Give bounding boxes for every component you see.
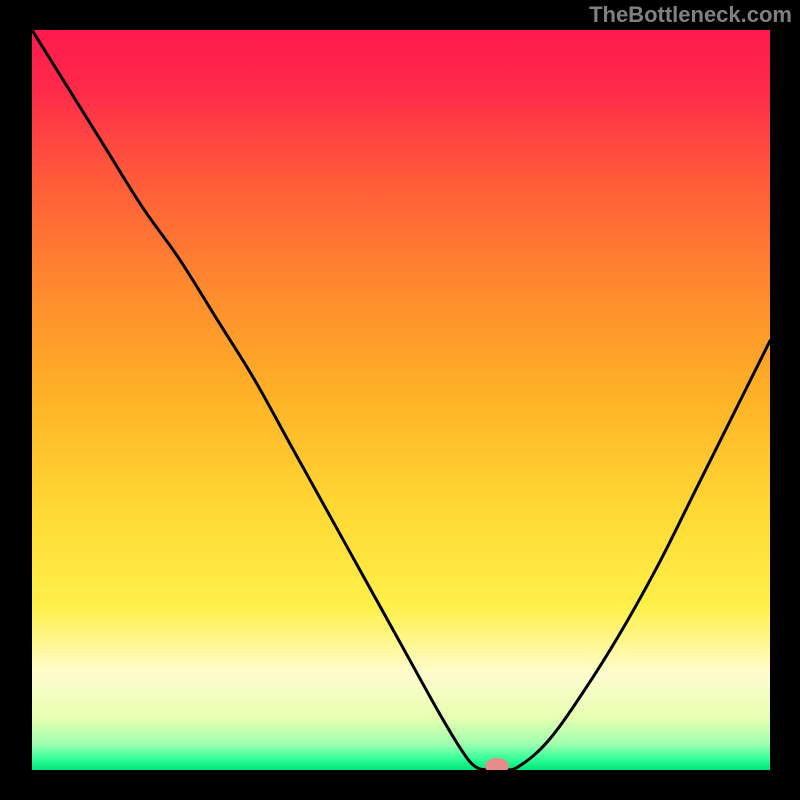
- gradient-background: [32, 30, 770, 770]
- chart-svg: [32, 30, 770, 770]
- attribution-text: TheBottleneck.com: [589, 2, 792, 28]
- chart-frame: TheBottleneck.com: [0, 0, 800, 800]
- plot-area: [32, 30, 770, 770]
